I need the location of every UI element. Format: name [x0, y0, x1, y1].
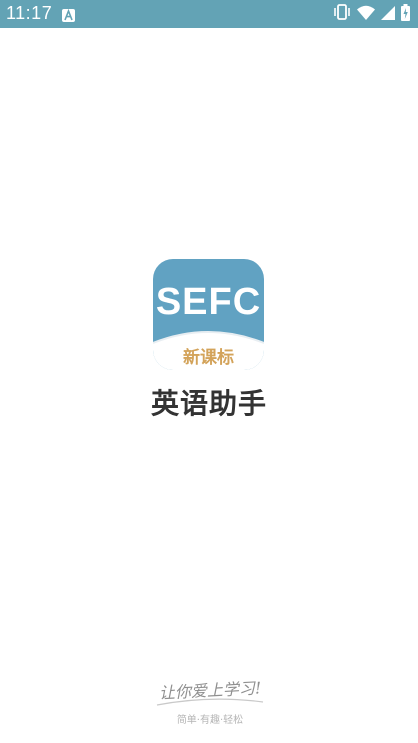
- status-time: 11:17: [6, 3, 53, 23]
- footer-slogan: 让你爱上学习! 简单·有趣·轻松: [145, 677, 275, 726]
- battery-charging-icon: [401, 3, 410, 25]
- system-icons: [333, 3, 410, 25]
- app-logo: SEFC 新课标: [153, 259, 264, 370]
- cell-signal-icon: [381, 5, 395, 24]
- status-bar: 11:17: [0, 0, 418, 28]
- tagline-text: 简单·有趣·轻松: [176, 715, 244, 726]
- vibrate-icon: [333, 4, 351, 24]
- app-title: 英语助手: [150, 387, 267, 420]
- text-a-icon: [62, 7, 75, 22]
- logo-subtitle: 新课标: [183, 348, 234, 368]
- wifi-icon: [357, 5, 375, 24]
- swoosh-decoration: [156, 698, 264, 706]
